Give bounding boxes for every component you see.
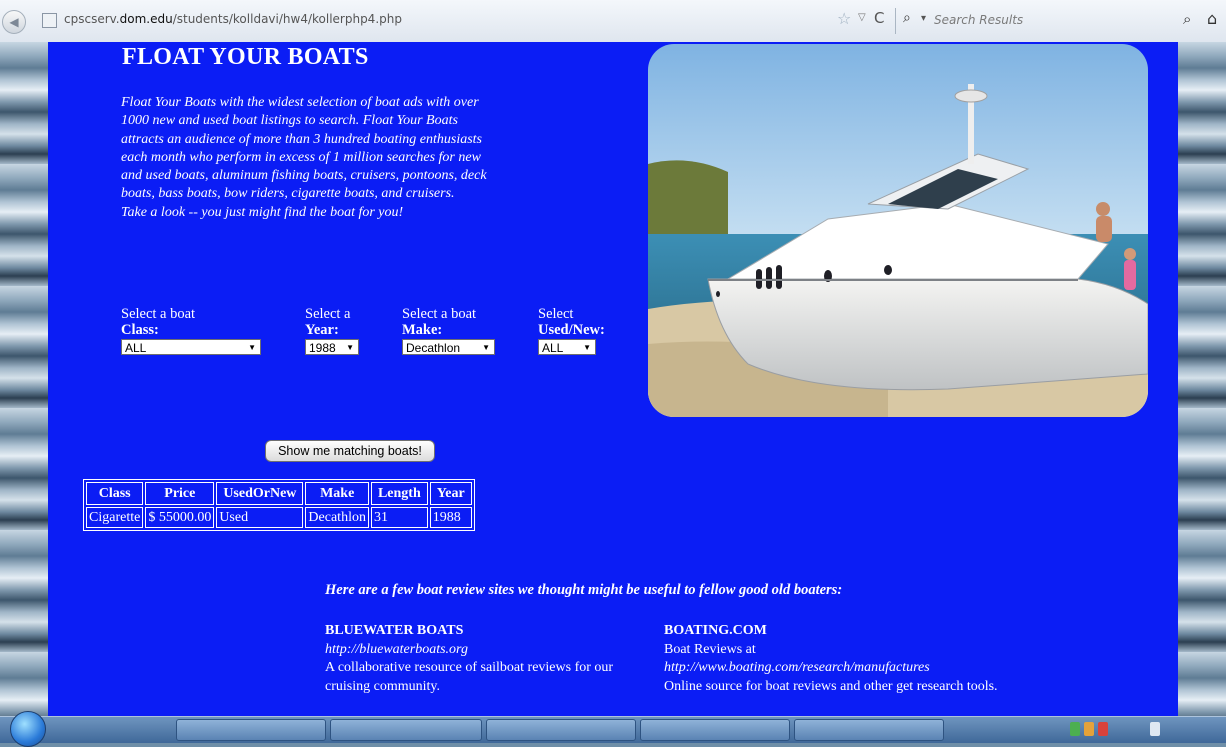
site-identity-icon[interactable] (42, 13, 57, 28)
chevron-down-icon: ▼ (482, 343, 490, 352)
class-select-value: ALL (125, 341, 147, 355)
intro-paragraph: Float Your Boats with the widest selecti… (121, 94, 501, 222)
address-bar[interactable]: cpscserv.dom.edu/students/kolldavi/hw4/k… (64, 12, 402, 26)
year-select[interactable]: 1988 ▼ (305, 339, 359, 355)
make-select-value: Decathlon (406, 341, 461, 355)
page-title: FLOAT YOUR BOATS (122, 44, 369, 70)
taskbar-window-button[interactable] (486, 719, 636, 741)
review-site-description: Online source for boat reviews and other… (664, 678, 998, 694)
make-filter-label: Select a boat (402, 306, 477, 322)
show-matching-boats-button[interactable]: Show me matching boats! (265, 440, 435, 462)
url-path: /students/kolldavi/hw4/kollerphp4.php (172, 12, 402, 26)
search-engine-icon[interactable]: ⌕ (903, 10, 911, 26)
year-filter-label: Select a (305, 306, 351, 322)
search-engine-dropdown-icon[interactable]: ▾ (921, 13, 926, 24)
results-table: Class Price UsedOrNew Make Length Year C… (83, 479, 475, 531)
column-header-length: Length (370, 482, 428, 505)
water-background-left (0, 42, 48, 716)
tray-alert-icon[interactable] (1098, 722, 1108, 736)
search-go-icon[interactable]: ⌕ (1183, 10, 1191, 28)
review-site-prefix: Boat Reviews at (664, 641, 756, 657)
used-new-select-value: ALL (542, 341, 564, 355)
make-filter: Select a boat Make: Decathlon ▼ (402, 306, 495, 355)
used-new-filter: Select Used/New: ALL ▼ (538, 306, 605, 355)
browser-toolbar: ◀ cpscserv.dom.edu/students/kolldavi/hw4… (0, 0, 1226, 43)
chevron-down-icon: ▼ (583, 343, 591, 352)
class-select[interactable]: ALL ▼ (121, 339, 261, 355)
make-select[interactable]: Decathlon ▼ (402, 339, 495, 355)
used-new-select[interactable]: ALL ▼ (538, 339, 596, 355)
url-history-dropdown-icon[interactable]: ▽ (858, 12, 866, 23)
tray-network-icon[interactable] (1070, 722, 1080, 736)
boat-illustration (648, 44, 1148, 417)
cell-price: $ 55000.00 (145, 507, 215, 528)
cell-year: 1988 (429, 507, 472, 528)
review-site-link[interactable]: http://bluewaterboats.org (325, 641, 615, 660)
cell-class: Cigarette (86, 507, 144, 528)
url-domain: dom.edu (119, 12, 173, 26)
bookmark-star-icon[interactable]: ☆ (837, 9, 851, 28)
column-header-make: Make (305, 482, 369, 505)
used-new-filter-label: Select (538, 306, 574, 322)
intro-tagline: Take a look -- you just might find the b… (121, 204, 404, 220)
reload-icon[interactable]: C (874, 9, 884, 27)
boat-photo (648, 44, 1148, 417)
taskbar-window-button[interactable] (330, 719, 482, 741)
page-content: FLOAT YOUR BOATS Float Your Boats with t… (48, 42, 1178, 716)
home-icon[interactable]: ⌂ (1207, 9, 1217, 28)
class-filter: Select a boat Class: ALL ▼ (121, 306, 261, 355)
taskbar-window-button[interactable] (640, 719, 790, 741)
year-filter: Select a Year: 1988 ▼ (305, 306, 359, 355)
year-select-value: 1988 (309, 341, 336, 355)
class-filter-label-bold: Class: (121, 322, 159, 338)
chevron-down-icon: ▼ (248, 343, 256, 352)
class-filter-label: Select a boat (121, 306, 196, 322)
toolbar-divider (895, 8, 896, 34)
taskbar-window-button[interactable] (794, 719, 944, 741)
review-site-title: BOATING.COM (664, 623, 767, 638)
cell-used-or-new: Used (216, 507, 304, 528)
cell-make: Decathlon (305, 507, 369, 528)
tray-volume-icon[interactable] (1150, 722, 1160, 736)
taskbar (0, 711, 1226, 747)
tray-app-icon[interactable] (1084, 722, 1094, 736)
column-header-used-or-new: UsedOrNew (216, 482, 304, 505)
year-filter-label-bold: Year: (305, 322, 339, 338)
column-header-class: Class (86, 482, 144, 505)
review-site-title: BLUEWATER BOATS (325, 623, 464, 638)
intro-text: Float Your Boats with the widest selecti… (121, 95, 487, 202)
table-header-row: Class Price UsedOrNew Make Length Year (86, 482, 472, 505)
review-site-description: A collaborative resource of sailboat rev… (325, 660, 614, 694)
back-button[interactable]: ◀ (2, 10, 26, 34)
review-site-bluewater: BLUEWATER BOATS http://bluewaterboats.or… (325, 622, 615, 696)
column-header-price: Price (145, 482, 215, 505)
reviews-intro: Here are a few boat review sites we thou… (325, 582, 843, 598)
table-row: Cigarette $ 55000.00 Used Decathlon 31 1… (86, 507, 472, 528)
water-background-right (1178, 42, 1226, 716)
review-site-link[interactable]: http://www.boating.com/research/manufact… (664, 659, 1124, 678)
taskbar-window-button[interactable] (176, 719, 326, 741)
cell-length: 31 (370, 507, 428, 528)
review-site-boatingcom: BOATING.COM Boat Reviews at http://www.b… (664, 622, 1124, 696)
search-input[interactable]: Search Results (934, 13, 1023, 27)
used-new-filter-label-bold: Used/New: (538, 322, 605, 338)
chevron-down-icon: ▼ (346, 343, 354, 352)
make-filter-label-bold: Make: (402, 322, 443, 338)
url-prefix: cpscserv. (64, 12, 120, 26)
column-header-year: Year (429, 482, 472, 505)
